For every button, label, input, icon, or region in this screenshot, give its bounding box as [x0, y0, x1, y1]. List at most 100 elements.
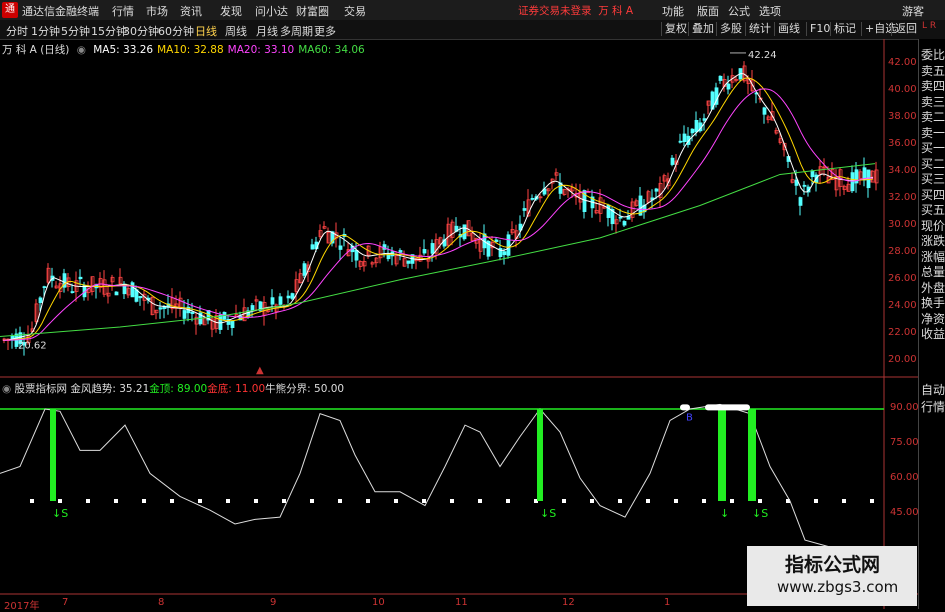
- side-panel-item[interactable]: 涨跌: [921, 232, 945, 249]
- toolbar-button[interactable]: 叠加: [688, 22, 717, 36]
- side-panel-item[interactable]: 买五: [921, 201, 945, 218]
- bull-bear-dot: [30, 499, 34, 503]
- period-tab[interactable]: 日线: [195, 23, 217, 39]
- right-menu-item[interactable]: 公式: [728, 3, 750, 19]
- toolbar-button[interactable]: 统计: [745, 22, 774, 36]
- side-panel-item[interactable]: 卖二: [921, 108, 945, 125]
- app-logo-icon: 通: [2, 2, 18, 18]
- side-panel-item[interactable]: 买一: [921, 139, 945, 156]
- bull-bear-dot: [870, 499, 874, 503]
- indicator-value: 牛熊分界: 50.00: [265, 383, 345, 395]
- candle-body: [530, 198, 535, 200]
- candle-body: [618, 216, 623, 219]
- price-axis-label: 30.00: [888, 219, 917, 230]
- menu-item[interactable]: 问小达: [255, 3, 288, 19]
- menu-item[interactable]: 财富圈: [296, 3, 329, 19]
- sell-signal-bar: [748, 409, 756, 501]
- period-tab[interactable]: 分时: [6, 23, 28, 39]
- period-tab[interactable]: 更多: [314, 23, 336, 39]
- period-tab[interactable]: 30分钟: [123, 23, 159, 39]
- side-panel-item[interactable]: 买三: [921, 170, 945, 187]
- side-panel-item[interactable]: 卖五: [921, 62, 945, 79]
- candle-body: [354, 249, 359, 261]
- side-panel-item[interactable]: 收益: [921, 325, 945, 342]
- candle-body: [398, 250, 403, 253]
- side-panel-item[interactable]: 卖三: [921, 93, 945, 110]
- sell-arrow-icon: ↓: [720, 507, 729, 520]
- bull-bear-dot: [674, 499, 678, 503]
- side-panel-item[interactable]: 卖四: [921, 77, 945, 94]
- high-price-label: 42.24: [748, 50, 777, 61]
- candle-body: [494, 239, 499, 242]
- chart-area[interactable]: 42.24 20.62 ▲ ↓S ↓S ↓ ↓S B: [0, 39, 918, 609]
- period-tab[interactable]: 60分钟: [158, 23, 194, 39]
- candle-body: [802, 184, 807, 187]
- time-axis-label: 11: [455, 597, 468, 608]
- side-panel-item[interactable]: 委比: [921, 46, 945, 63]
- candle-body: [70, 291, 75, 293]
- candle-body: [38, 297, 43, 303]
- bull-bear-dot: [142, 499, 146, 503]
- toolbar-button[interactable]: 画线: [774, 22, 803, 36]
- side-panel-item[interactable]: 买四: [921, 186, 945, 203]
- quote-side-panel: L R 委比 卖五 卖四 卖三 卖二 卖一 买一 买二 买三 买四 买五 现价 涨跌 涨幅 总量 外盘 换手 净资…: [918, 22, 945, 609]
- side-panel-item[interactable]: 现价: [921, 217, 945, 234]
- low-price-label: 20.62: [18, 341, 47, 352]
- price-axis-label: 24.00: [888, 300, 917, 311]
- right-menu-item[interactable]: 功能: [662, 3, 684, 19]
- period-tab[interactable]: 月线: [256, 23, 278, 39]
- right-menu-item[interactable]: 版面: [697, 3, 719, 19]
- right-menu-item[interactable]: 选项: [759, 3, 781, 19]
- menu-item[interactable]: 市场: [146, 3, 168, 19]
- bull-bear-dot: [590, 499, 594, 503]
- bull-bear-dot: [646, 499, 650, 503]
- login-status[interactable]: 证券交易未登录 万 科 A: [518, 3, 633, 18]
- bull-bear-dot: [758, 499, 762, 503]
- toolbar-button[interactable]: 返回: [891, 22, 920, 36]
- toolbar-button[interactable]: 复权: [661, 22, 690, 36]
- side-panel-item[interactable]: 换手: [921, 294, 945, 311]
- candle-body: [190, 311, 195, 315]
- side-panel-item[interactable]: 自动: [921, 381, 945, 398]
- side-panel-item[interactable]: 卖一: [921, 124, 945, 141]
- bull-bear-dot: [394, 499, 398, 503]
- indicator-axis-label: 90.00: [890, 402, 919, 413]
- bull-bear-dot: [58, 499, 62, 503]
- price-axis-label: 38.00: [888, 111, 917, 122]
- menu-item[interactable]: 资讯: [180, 3, 202, 19]
- candle-body: [694, 119, 699, 133]
- candle-body: [138, 295, 143, 299]
- period-tab[interactable]: 多周期: [280, 23, 313, 39]
- bull-bear-dot: [702, 499, 706, 503]
- toolbar-button[interactable]: 标记: [830, 22, 859, 36]
- period-tab[interactable]: 5分钟: [61, 23, 90, 39]
- period-tab[interactable]: 周线: [225, 23, 247, 39]
- side-panel-item[interactable]: 涨幅: [921, 248, 945, 265]
- period-tab[interactable]: 15分钟: [91, 23, 127, 39]
- right-menu-item[interactable]: 游客: [902, 3, 924, 19]
- menu-item[interactable]: 交易: [344, 3, 366, 19]
- candle-body: [182, 310, 187, 319]
- price-axis-label: 34.00: [888, 165, 917, 176]
- candle-body: [690, 128, 695, 134]
- side-panel-item[interactable]: 总量: [921, 263, 945, 280]
- title-bar: 通 通达信金融终端 行情 市场 资讯 发现 问小达 财富圈 交易 证券交易未登录 万 科 A…: [0, 0, 945, 21]
- candle-body: [682, 133, 687, 143]
- side-panel-item[interactable]: 外盘: [921, 279, 945, 296]
- time-axis-label: 1: [664, 597, 671, 608]
- lr-toggle[interactable]: L R: [922, 22, 942, 38]
- side-panel-item[interactable]: 买二: [921, 155, 945, 172]
- side-panel-item[interactable]: 净资: [921, 310, 945, 327]
- side-panel-item[interactable]: 行情: [921, 398, 945, 415]
- price-axis-label: 28.00: [888, 246, 917, 257]
- menu-item[interactable]: 行情: [112, 3, 134, 19]
- bull-bear-dot: [730, 499, 734, 503]
- menu-item[interactable]: 发现: [220, 3, 242, 19]
- toolbar-button[interactable]: 多股: [716, 22, 745, 36]
- candle-body: [302, 263, 307, 276]
- period-tab[interactable]: 1分钟: [31, 23, 60, 39]
- indicator-axis-label: 45.00: [890, 507, 919, 518]
- bull-bear-dot: [86, 499, 90, 503]
- bull-bear-dot: [478, 499, 482, 503]
- candle-body: [134, 289, 139, 302]
